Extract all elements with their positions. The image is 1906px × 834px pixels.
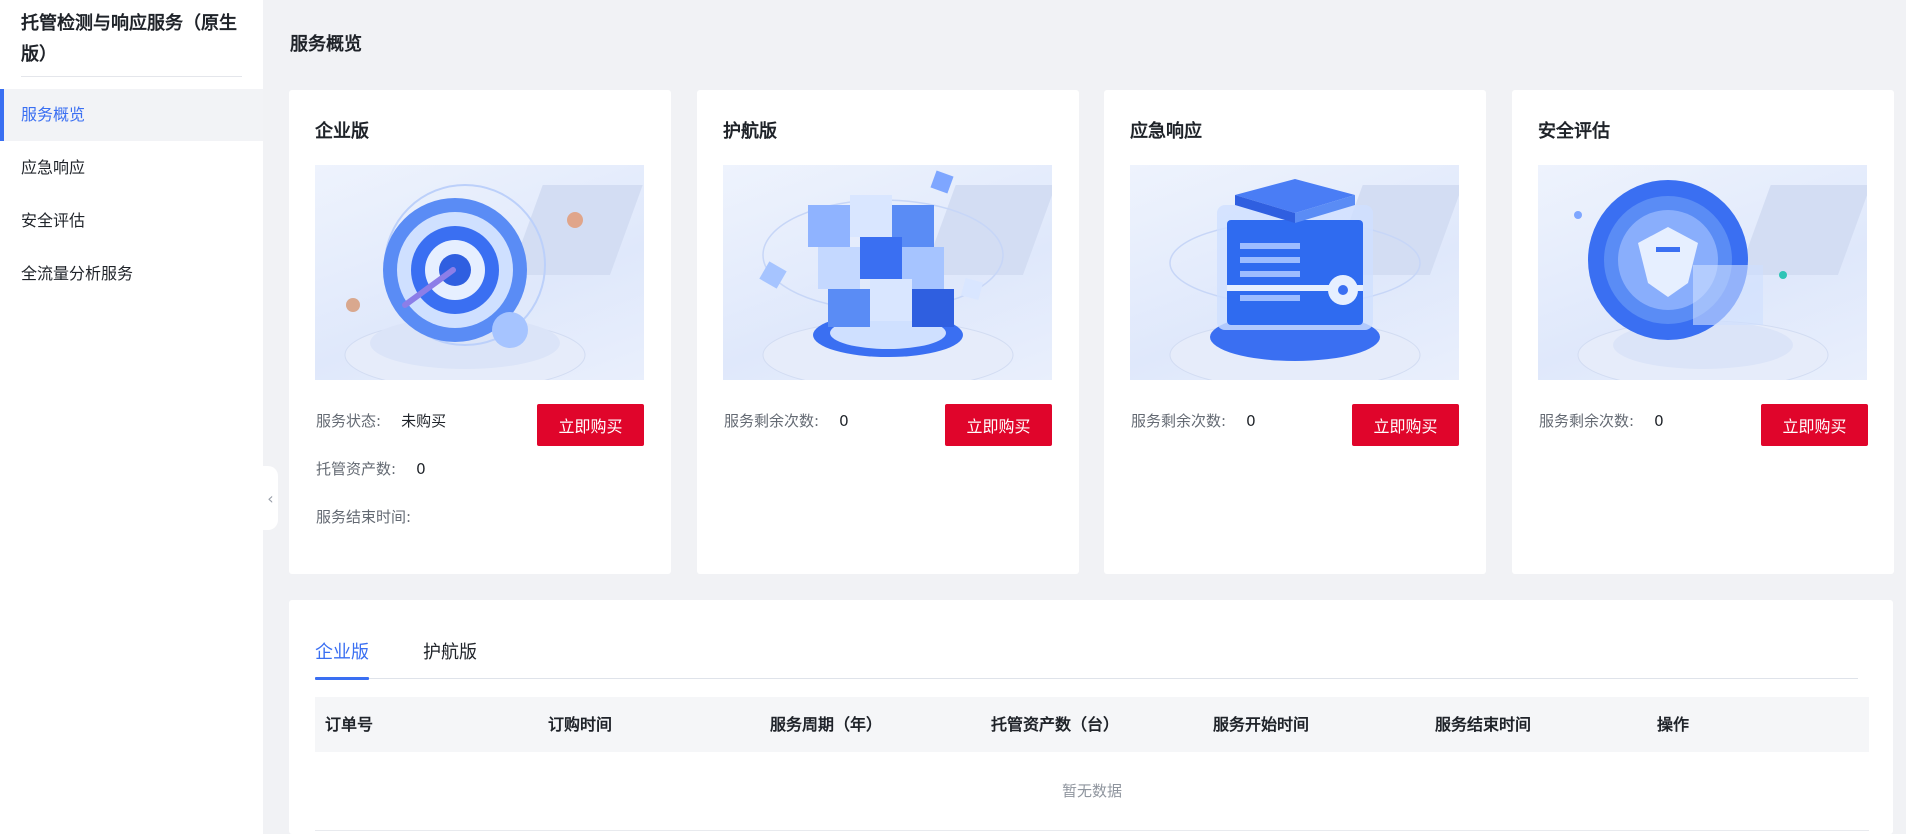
chevron-left-icon: ‹	[267, 488, 274, 508]
sidebar-item-security-assessment[interactable]: 安全评估	[0, 195, 263, 247]
card-title: 安全评估	[1538, 121, 1610, 142]
target-sphere-illustration	[315, 165, 644, 380]
info-value: 未购买	[401, 412, 447, 430]
card-title: 护航版	[723, 121, 777, 142]
tab-enterprise[interactable]: 企业版	[315, 640, 369, 680]
sidebar-divider	[21, 76, 242, 77]
info-label: 服务剩余次数:	[1539, 412, 1635, 430]
buy-now-button[interactable]: 立即购买	[537, 404, 644, 446]
column-service-start-time: 服务开始时间	[1213, 715, 1310, 734]
info-value: 0	[1246, 412, 1256, 430]
server-box-illustration	[1130, 165, 1459, 380]
info-remaining-times: 服务剩余次数: 0	[724, 410, 849, 431]
sidebar-item-emergency-response[interactable]: 应急响应	[0, 142, 263, 194]
tab-escort[interactable]: 护航版	[423, 640, 477, 678]
column-order-number: 订单号	[325, 715, 374, 734]
shield-orb-illustration	[1538, 165, 1867, 380]
table-empty-state: 暂无数据	[315, 752, 1869, 831]
sidebar-nav: 服务概览 应急响应 安全评估 全流量分析服务	[0, 89, 263, 300]
column-actions: 操作	[1657, 715, 1690, 734]
info-value: 0	[1654, 412, 1664, 430]
info-remaining-times: 服务剩余次数: 0	[1539, 410, 1664, 431]
orders-table-header: 订单号 订购时间 服务周期（年） 托管资产数（台） 服务开始时间 服务结束时间 …	[315, 697, 1869, 752]
page-title: 服务概览	[290, 34, 362, 55]
card-title: 企业版	[315, 121, 369, 142]
sidebar-item-service-overview[interactable]: 服务概览	[0, 89, 263, 141]
orders-tabs: 企业版 护航版	[315, 640, 1858, 680]
info-label: 服务状态:	[316, 412, 382, 430]
column-service-period: 服务周期（年）	[770, 715, 883, 734]
sidebar-title: 托管检测与响应服务（原生版）	[21, 13, 237, 65]
sidebar-collapse-button[interactable]: ‹	[263, 466, 278, 530]
card-emergency-response: 应急响应 服务剩余次数: 0 立即购买	[1104, 90, 1486, 574]
buy-now-button[interactable]: 立即购买	[1352, 404, 1459, 446]
card-escort: 护航版 服务剩余次数: 0 立即购买	[697, 90, 1079, 574]
buy-now-button[interactable]: 立即购买	[1761, 404, 1868, 446]
info-label: 服务剩余次数:	[1131, 412, 1227, 430]
card-security-assessment: 安全评估 服务剩余次数: 0 立即购买	[1512, 90, 1894, 574]
info-label: 服务剩余次数:	[724, 412, 820, 430]
info-remaining-times: 服务剩余次数: 0	[1131, 410, 1256, 431]
card-enterprise: 企业版 服务状态: 未购买 托管资产数: 0 服务结束时间: 立即购买	[289, 90, 671, 574]
column-managed-assets: 托管资产数（台）	[991, 715, 1120, 734]
orders-panel: 企业版 护航版 订单号 订购时间 服务周期（年） 托管资产数（台） 服务开始时间…	[289, 600, 1893, 834]
info-service-status: 服务状态: 未购买	[316, 410, 446, 431]
info-label: 服务结束时间:	[316, 508, 412, 526]
info-value: 0	[839, 412, 849, 430]
info-service-end-time: 服务结束时间:	[316, 506, 431, 527]
card-title: 应急响应	[1130, 121, 1202, 142]
column-service-end-time: 服务结束时间	[1435, 715, 1532, 734]
info-label: 托管资产数:	[316, 460, 397, 478]
sidebar: 托管检测与响应服务（原生版） 服务概览 应急响应 安全评估 全流量分析服务	[0, 0, 263, 834]
buy-now-button[interactable]: 立即购买	[945, 404, 1052, 446]
info-managed-assets: 托管资产数: 0	[316, 458, 426, 479]
column-order-time: 订购时间	[548, 715, 613, 734]
sidebar-item-traffic-analysis[interactable]: 全流量分析服务	[0, 248, 263, 300]
info-value: 0	[416, 460, 426, 478]
cube-blocks-illustration	[723, 165, 1052, 380]
